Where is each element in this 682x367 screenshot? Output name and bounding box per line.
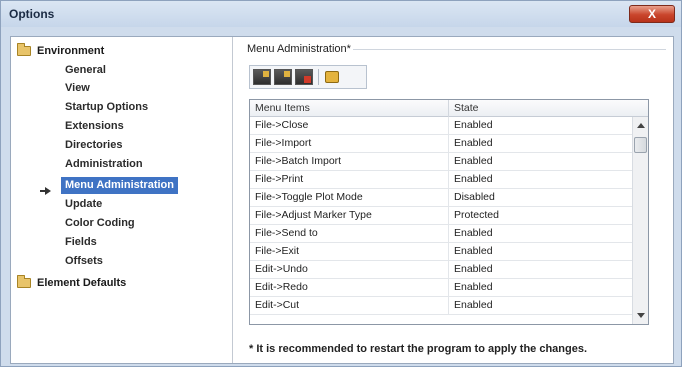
table-row[interactable]: File->Adjust Marker Type Protected — [250, 207, 632, 225]
tree-item-color-coding[interactable]: Color Coding — [63, 215, 137, 232]
window-title: Options — [9, 7, 55, 21]
options-window: Options X Environment General View Start… — [0, 0, 682, 367]
tree-item-startup-options[interactable]: Startup Options — [63, 99, 150, 116]
folder-icon — [17, 275, 31, 288]
scroll-thumb[interactable] — [634, 137, 647, 153]
menu-item-cell: File->Toggle Plot Mode — [250, 189, 449, 206]
tree-node-element-defaults[interactable]: Element Defaults — [17, 275, 126, 291]
tree-item-menu-administration[interactable]: Menu Administration — [61, 177, 178, 194]
tree-item-extensions[interactable]: Extensions — [63, 118, 126, 135]
menu-item-cell: File->Import — [250, 135, 449, 152]
group-title: Menu Administration* — [245, 43, 353, 55]
table-row[interactable]: File->Batch Import Enabled — [250, 153, 632, 171]
tree-item-general[interactable]: General — [63, 62, 108, 79]
tree-item-fields[interactable]: Fields — [63, 234, 99, 251]
tree-item-update[interactable]: Update — [63, 196, 104, 213]
tree-node-environment[interactable]: Environment — [17, 43, 104, 59]
menu-toolbar — [249, 65, 367, 89]
menu-item-cell: Edit->Cut — [250, 297, 449, 314]
menu-item-cell: File->Print — [250, 171, 449, 188]
menu-disable-icon[interactable] — [274, 69, 292, 85]
current-item-arrow-icon — [40, 187, 51, 195]
menu-items-grid[interactable]: Menu Items State File->Close Enabled Fil… — [249, 99, 649, 325]
column-header-state[interactable]: State — [449, 100, 632, 117]
options-tree: Environment General View Startup Options… — [11, 37, 233, 363]
table-row[interactable]: File->Import Enabled — [250, 135, 632, 153]
state-cell[interactable]: Enabled — [449, 117, 632, 134]
state-cell[interactable]: Enabled — [449, 135, 632, 152]
title-bar: Options X — [1, 1, 681, 27]
grid-header: Menu Items State — [250, 100, 648, 117]
vertical-scrollbar[interactable] — [632, 117, 648, 324]
options-content: Environment General View Startup Options… — [10, 36, 674, 364]
table-row[interactable]: Edit->Cut Enabled — [250, 297, 632, 315]
state-cell[interactable]: Enabled — [449, 225, 632, 242]
close-button[interactable]: X — [629, 5, 675, 23]
tree-item-view[interactable]: View — [63, 80, 92, 97]
toolbar-separator — [318, 69, 319, 85]
group-divider — [351, 49, 666, 50]
table-row[interactable]: Edit->Undo Enabled — [250, 261, 632, 279]
tree-item-directories[interactable]: Directories — [63, 137, 124, 154]
table-row[interactable]: File->Send to Enabled — [250, 225, 632, 243]
column-header-menu-items[interactable]: Menu Items — [250, 100, 449, 117]
menu-item-cell: Edit->Undo — [250, 261, 449, 278]
menu-item-cell: File->Close — [250, 117, 449, 134]
folder-icon — [17, 43, 31, 56]
table-row[interactable]: Edit->Redo Enabled — [250, 279, 632, 297]
tree-item-administration[interactable]: Administration — [63, 156, 145, 173]
state-cell[interactable]: Enabled — [449, 153, 632, 170]
table-row[interactable]: File->Print Enabled — [250, 171, 632, 189]
menu-item-cell: Edit->Redo — [250, 279, 449, 296]
table-row[interactable]: File->Exit Enabled — [250, 243, 632, 261]
table-row[interactable]: File->Toggle Plot Mode Disabled — [250, 189, 632, 207]
scroll-up-icon[interactable] — [637, 123, 645, 128]
table-row[interactable]: File->Close Enabled — [250, 117, 632, 135]
state-cell[interactable]: Protected — [449, 207, 632, 224]
scroll-down-icon[interactable] — [637, 313, 645, 318]
menu-delete-icon[interactable] — [295, 69, 313, 85]
state-cell[interactable]: Enabled — [449, 243, 632, 260]
menu-item-cell: File->Send to — [250, 225, 449, 242]
state-cell[interactable]: Disabled — [449, 189, 632, 206]
tree-item-offsets[interactable]: Offsets — [63, 253, 105, 270]
tree-node-label: Environment — [37, 45, 105, 57]
menu-enable-icon[interactable] — [253, 69, 271, 85]
menu-item-cell: File->Batch Import — [250, 153, 449, 170]
menu-item-cell: File->Exit — [250, 243, 449, 260]
state-cell[interactable]: Enabled — [449, 261, 632, 278]
state-cell[interactable]: Enabled — [449, 171, 632, 188]
state-cell[interactable]: Enabled — [449, 279, 632, 296]
restart-note: * It is recommended to restart the progr… — [249, 343, 588, 355]
lock-icon[interactable] — [325, 71, 339, 83]
state-cell[interactable]: Enabled — [449, 297, 632, 314]
menu-item-cell: File->Adjust Marker Type — [250, 207, 449, 224]
tree-node-label: Element Defaults — [37, 277, 127, 289]
